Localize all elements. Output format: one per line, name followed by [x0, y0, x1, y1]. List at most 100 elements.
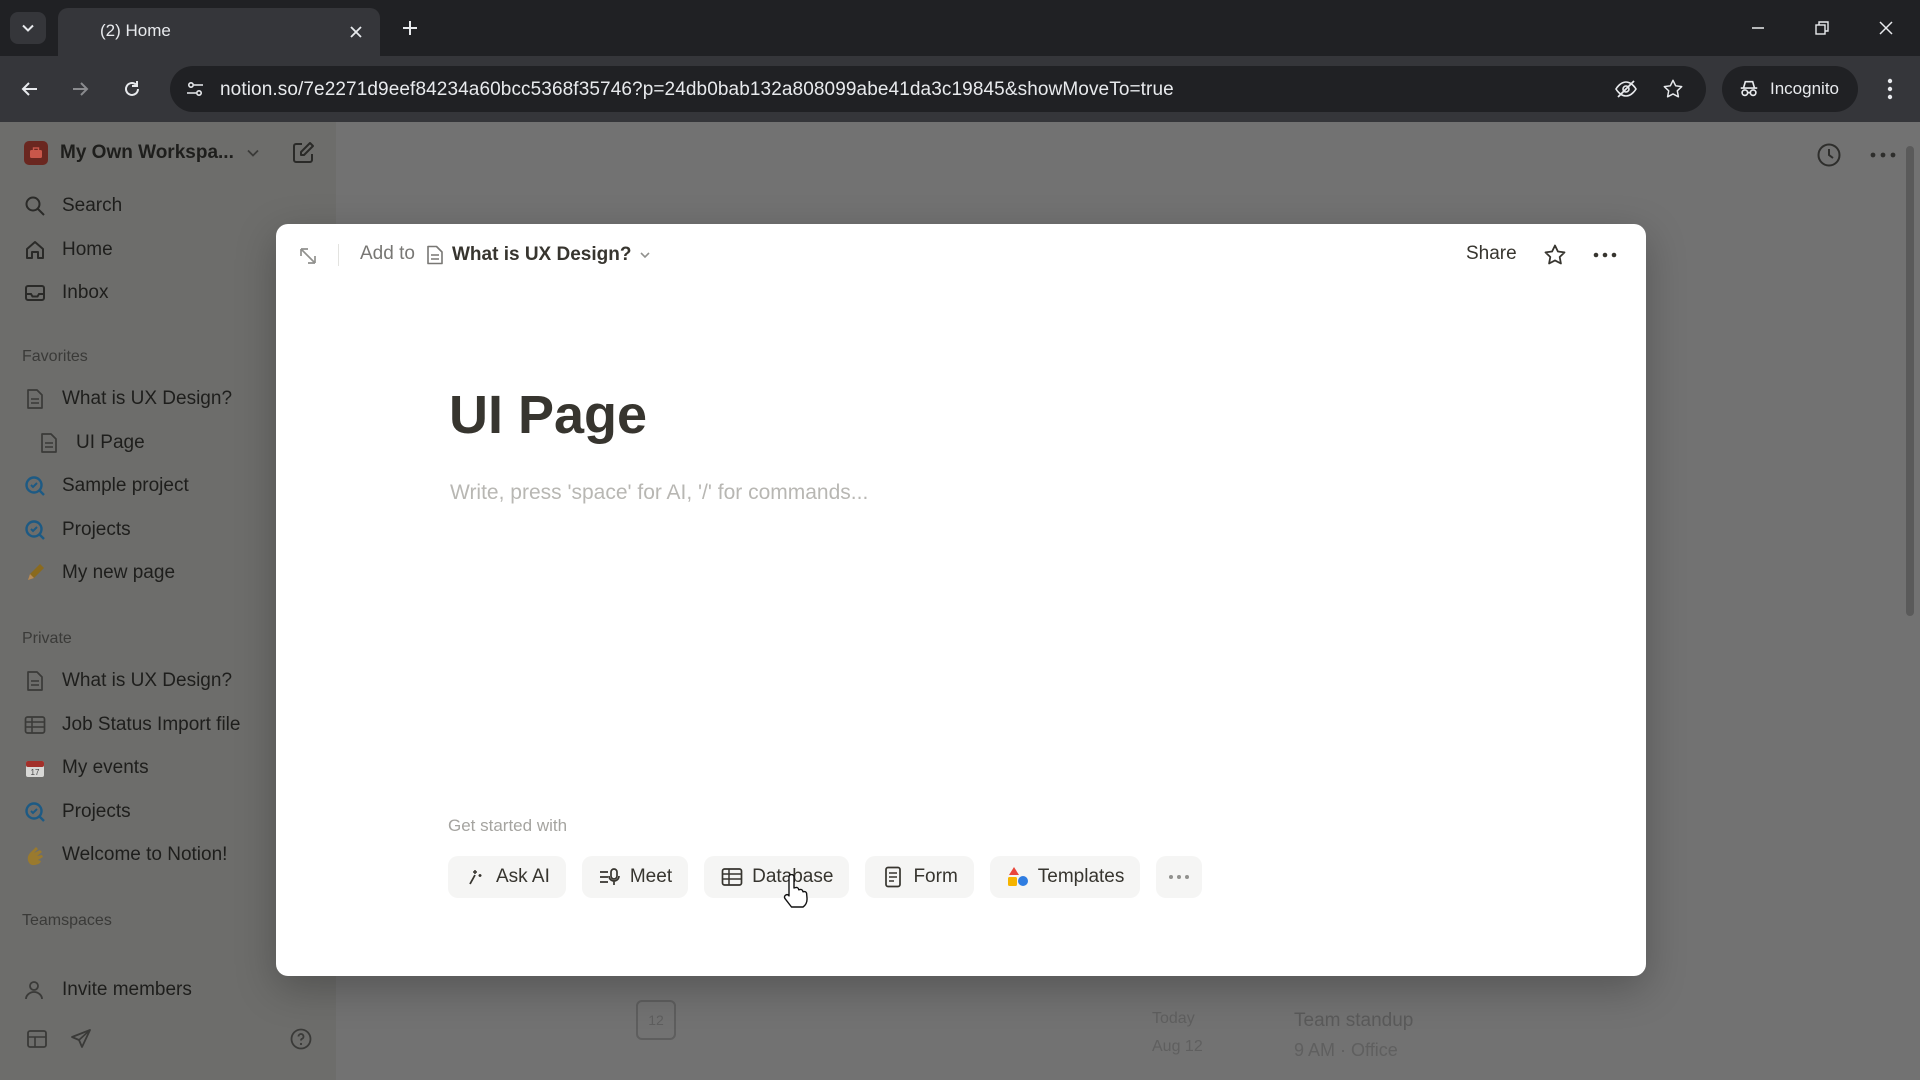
workspace-switcher[interactable]: My Own Workspa... — [24, 136, 260, 170]
sidebar-item-search[interactable]: Search — [22, 188, 122, 224]
help-button[interactable] — [286, 1024, 316, 1054]
parent-page-name: What is UX Design? — [452, 244, 632, 265]
pencil-icon — [22, 560, 48, 586]
arrow-right-icon — [73, 82, 89, 96]
sidebar-item-label: My events — [62, 757, 149, 778]
arrow-left-icon — [21, 82, 37, 96]
private-heading: Private — [22, 630, 72, 647]
home-icon — [22, 237, 48, 263]
parent-page-selector[interactable]: What is UX Design? — [426, 239, 651, 271]
template-grid-icon — [27, 1030, 47, 1048]
back-button[interactable] — [14, 73, 46, 105]
meet-icon — [598, 865, 622, 889]
chip-label: Ask AI — [496, 866, 550, 887]
sidebar-item-label: What is UX Design? — [62, 670, 233, 691]
star-icon — [1544, 244, 1566, 265]
modal-topbar: Add to What is UX Design? Share — [276, 224, 1646, 284]
page-icon — [22, 386, 48, 412]
favorites-heading: Favorites — [22, 348, 88, 365]
calendar-icon: 12 — [636, 1000, 676, 1040]
more-chip[interactable] — [1156, 856, 1203, 898]
sidebar-item-projects[interactable]: Projects — [22, 512, 131, 548]
sidebar-item-label: UI Page — [76, 432, 145, 453]
more-horizontal-icon — [1169, 875, 1190, 879]
project-icon — [22, 517, 48, 543]
page-icon — [22, 668, 48, 694]
templates-chip[interactable]: Templates — [989, 856, 1141, 898]
ask-ai-chip[interactable]: Ask AI — [448, 856, 566, 898]
workspace-name: My Own Workspa... — [60, 142, 234, 163]
sidebar-item-what-is-ux-design[interactable]: What is UX Design? — [22, 381, 232, 417]
chip-label: Templates — [1037, 866, 1125, 887]
compose-icon — [293, 142, 314, 163]
page-options-button[interactable] — [1868, 140, 1898, 170]
eye-off-icon[interactable] — [1612, 75, 1640, 103]
sidebar-item-ui-page[interactable]: UI Page — [36, 425, 145, 461]
add-person-icon — [22, 977, 48, 1003]
search-icon — [22, 193, 48, 219]
sidebar-item-what-is-ux-design-private[interactable]: What is UX Design? — [22, 663, 232, 699]
form-chip[interactable]: Form — [865, 856, 974, 898]
browser-toolbar: notion.so/7e2271d9eef84234a60bcc5368f357… — [0, 56, 1920, 122]
reload-button[interactable] — [116, 73, 148, 105]
chip-label: Form — [913, 866, 958, 887]
close-window-button[interactable] — [1872, 14, 1900, 42]
more-options-button[interactable] — [1590, 240, 1620, 270]
share-button[interactable]: Share — [1466, 243, 1517, 265]
database-chip[interactable]: Database — [704, 856, 850, 898]
meet-chip[interactable]: Meet — [581, 856, 689, 898]
plus-icon — [403, 21, 417, 35]
project-icon — [22, 799, 48, 825]
updates-button[interactable] — [1814, 140, 1844, 170]
invite-members-button[interactable]: Invite members — [22, 972, 192, 1008]
sidebar-item-sample-project[interactable]: Sample project — [22, 468, 189, 504]
sidebar-item-label: Welcome to Notion! — [62, 844, 228, 865]
sidebar-item-welcome-to-notion[interactable]: Welcome to Notion! — [22, 837, 227, 873]
sidebar-item-job-status-import-file[interactable]: Job Status Import file — [22, 707, 240, 743]
page-body-placeholder[interactable]: Write, press 'space' for AI, '/' for com… — [450, 481, 868, 505]
favorite-button[interactable] — [1540, 240, 1570, 270]
templates-icon — [1006, 865, 1030, 889]
hand-cursor-icon — [783, 874, 808, 908]
sidebar-item-home[interactable]: Home — [22, 232, 113, 268]
chevron-down-icon — [247, 149, 259, 157]
incognito-indicator[interactable]: Incognito — [1722, 66, 1858, 112]
send-feedback-button[interactable] — [66, 1024, 96, 1054]
forward-button[interactable] — [64, 73, 96, 105]
expand-button[interactable] — [294, 242, 322, 270]
url-text[interactable]: notion.so/7e2271d9eef84234a60bcc5368f357… — [220, 79, 1174, 101]
sidebar-item-my-new-page[interactable]: My new page — [22, 555, 175, 591]
address-bar[interactable]: notion.so/7e2271d9eef84234a60bcc5368f357… — [170, 66, 1706, 112]
chip-label: Meet — [629, 866, 673, 887]
restore-window-button[interactable] — [1808, 14, 1836, 42]
calendar-icon: 17 — [22, 755, 48, 781]
sidebar-item-inbox[interactable]: Inbox — [22, 275, 108, 311]
sidebar-item-projects-private[interactable]: Projects — [22, 794, 131, 830]
form-icon — [881, 865, 905, 889]
sidebar-item-my-events[interactable]: 17 My events — [22, 750, 149, 786]
browser-tab[interactable]: (2) Home — [58, 8, 380, 56]
page-icon — [36, 430, 62, 456]
chevron-down-icon — [22, 24, 34, 32]
inbox-icon — [22, 280, 48, 306]
scrollbar[interactable] — [1906, 146, 1914, 616]
sidebar-item-label: What is UX Design? — [62, 388, 233, 409]
kebab-icon — [1887, 78, 1893, 100]
templates-button[interactable] — [22, 1024, 52, 1054]
event-title: Team standup — [1294, 1010, 1414, 1031]
browser-menu-button[interactable] — [1876, 73, 1904, 105]
tab-search-button[interactable] — [10, 12, 46, 44]
minimize-window-button[interactable] — [1744, 14, 1772, 42]
new-tab-button[interactable] — [396, 14, 424, 42]
site-info-icon[interactable] — [180, 74, 210, 104]
add-to-label: Add to — [360, 243, 415, 264]
sidebar-item-label: My new page — [62, 562, 176, 583]
page-title[interactable]: UI Page — [449, 384, 647, 446]
browser-tab-bar: (2) Home — [0, 0, 1920, 56]
bookmark-star-icon[interactable] — [1659, 75, 1687, 103]
sidebar-item-label: Job Status Import file — [62, 714, 241, 735]
new-page-button[interactable] — [290, 140, 318, 168]
today-label: Today — [1152, 1010, 1195, 1027]
close-tab-icon[interactable] — [344, 20, 368, 44]
sidebar-item-label: Sample project — [62, 475, 189, 496]
